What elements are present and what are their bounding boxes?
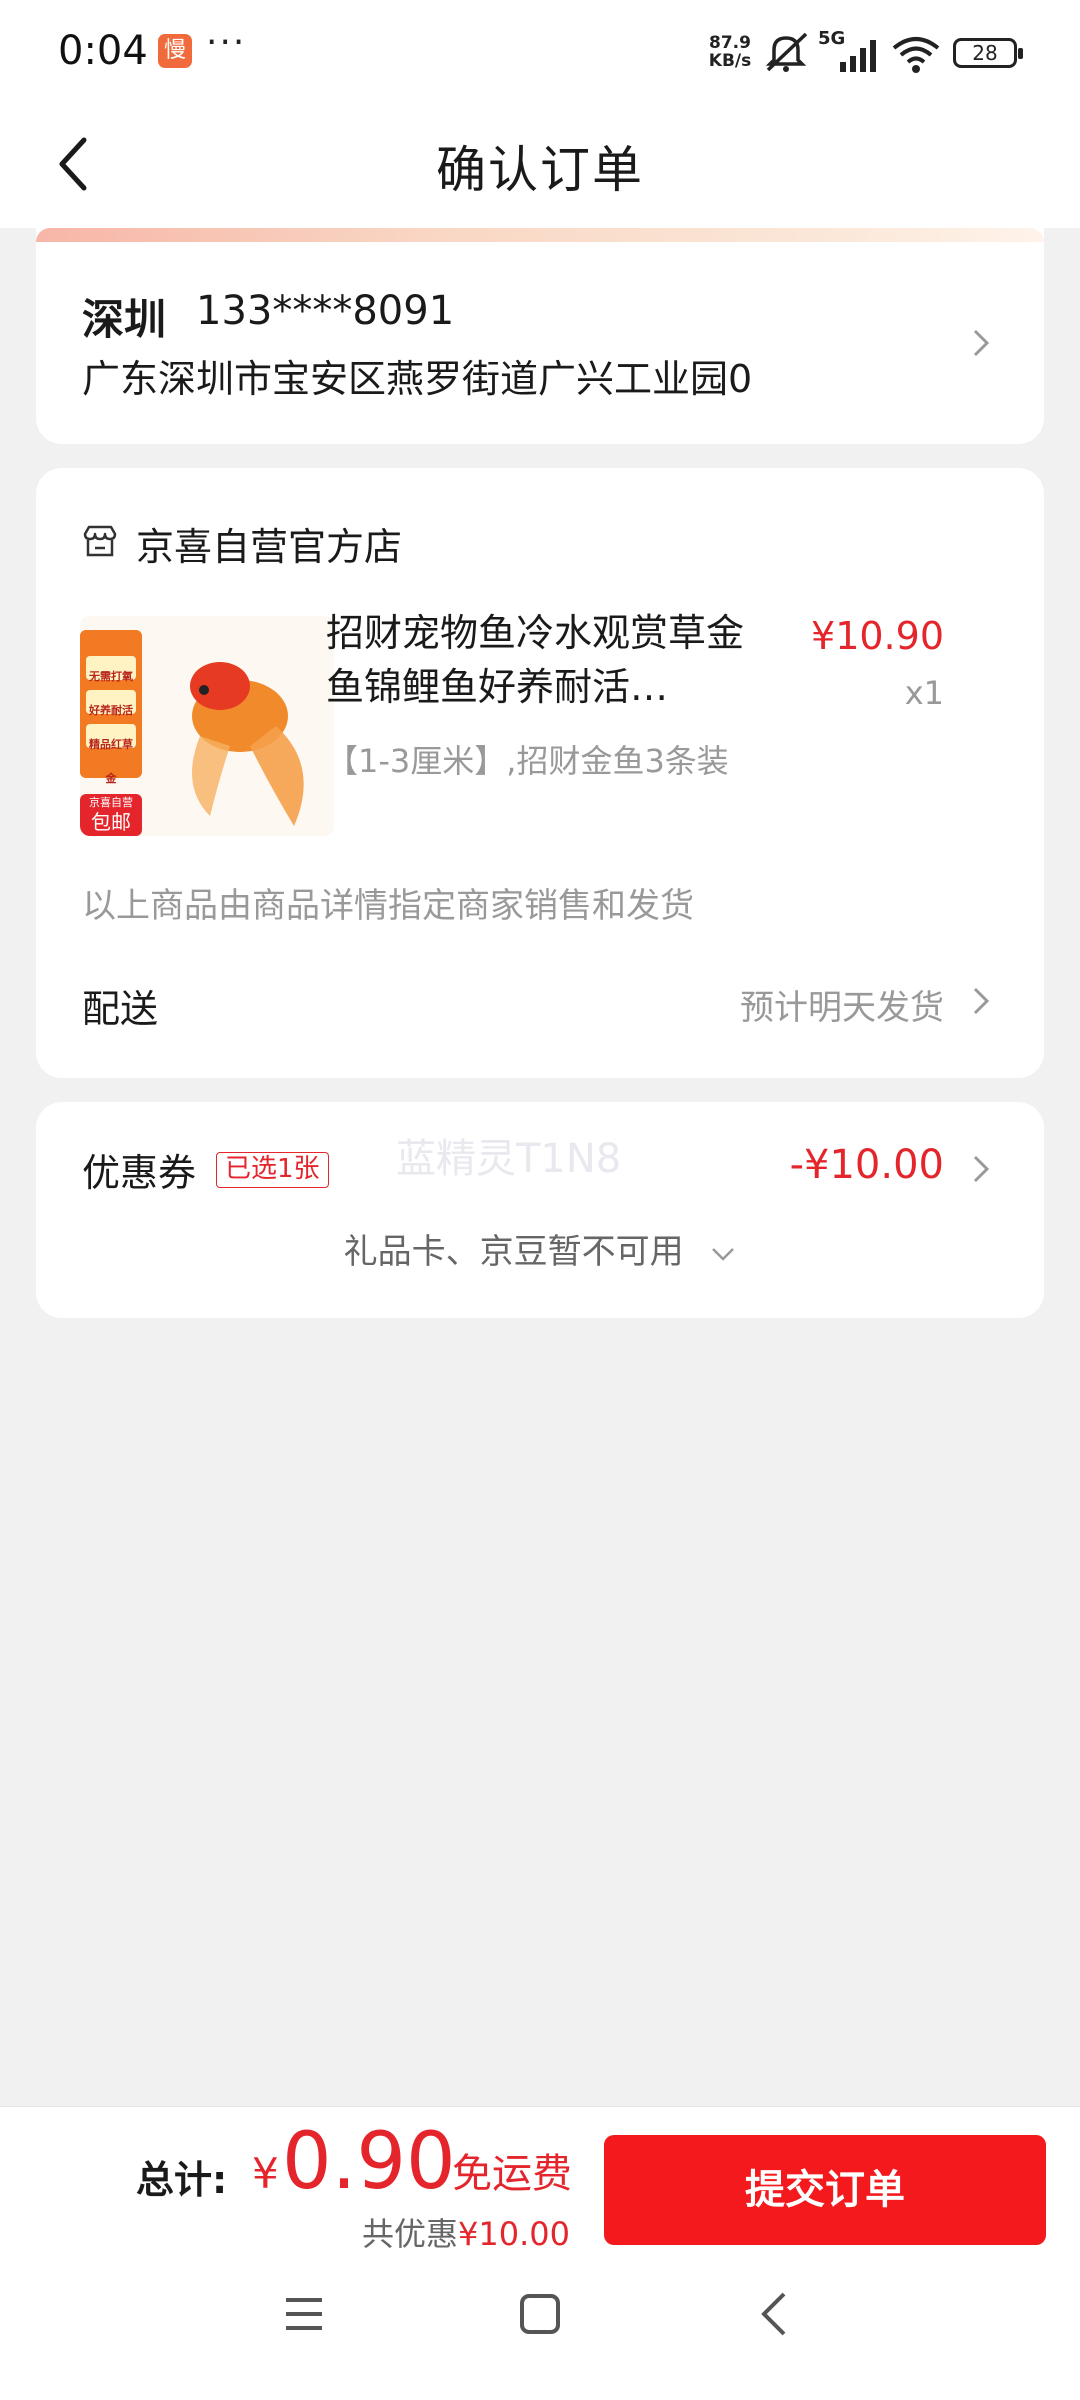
chevron-right-icon xyxy=(973,329,990,357)
gift-card-row[interactable]: 礼品卡、京豆暂不可用 xyxy=(36,1224,1044,1273)
product-quantity: x1 xyxy=(904,674,944,712)
home-icon[interactable] xyxy=(518,2292,562,2336)
total-label: 总计: xyxy=(136,2158,228,2202)
product-spec[interactable]: 【1-3厘米】,招财金鱼3条装 xyxy=(326,736,729,782)
battery-icon: 28 xyxy=(953,38,1023,68)
back-nav-icon[interactable] xyxy=(758,2290,790,2338)
gift-card-text: 礼品卡、京豆暂不可用 xyxy=(343,1232,684,1272)
page-title: 确认订单 xyxy=(436,141,644,199)
status-time: 0:04 xyxy=(58,28,148,74)
total-amount: 0.90 xyxy=(282,2117,456,2207)
coupon-amount: -¥10.00 xyxy=(789,1142,944,1188)
shipping-value: 预计明天发货 xyxy=(740,988,944,1028)
store-card: 京喜自营官方店 无需打氧 好养耐活 精品红草金 京喜自营 包邮 招财宠物鱼冷水观… xyxy=(36,468,1044,1078)
coupon-label: 优惠券 xyxy=(82,1151,197,1195)
coupon-card: 优惠券 已选1张 蓝精灵T1N8 -¥10.00 礼品卡、京豆暂不可用 xyxy=(36,1102,1044,1318)
shipping-label: 配送 xyxy=(82,987,159,1031)
app-notification-icon: 慢 xyxy=(158,34,192,68)
system-nav-bar xyxy=(0,2232,1080,2400)
chevron-right-icon xyxy=(973,1155,990,1183)
address-card-accent xyxy=(36,228,1044,242)
product-price: ¥10.90 xyxy=(811,614,944,658)
product-badge-bottom: 包邮 xyxy=(91,810,131,834)
top-area: 0:04 慢 ··· 87.9 KB/s 5G 28 确认订单 xyxy=(0,0,1080,228)
product-tag-2: 好养耐活 xyxy=(89,704,133,717)
address-detail: 广东深圳市宝安区燕罗街道广兴工业园0 xyxy=(82,357,753,401)
battery-level: 28 xyxy=(972,41,998,65)
net-speed-unit: KB/s xyxy=(708,51,752,71)
address-phone: 133****8091 xyxy=(196,288,455,334)
product-tag-3: 精品红草金 xyxy=(89,738,133,785)
watermark-text: 蓝精灵T1N8 xyxy=(396,1136,622,1182)
chevron-right-icon xyxy=(973,987,990,1015)
menu-icon[interactable] xyxy=(282,2294,326,2334)
nav-bar: 确认订单 xyxy=(0,108,1080,228)
mute-icon xyxy=(765,32,808,72)
product-title[interactable]: 招财宠物鱼冷水观赏草金鱼锦鲤鱼好养耐活… xyxy=(326,606,746,714)
address-card[interactable]: 深圳 133****8091 广东深圳市宝安区燕罗街道广兴工业园0 xyxy=(36,228,1044,444)
net-speed: 87.9 KB/s xyxy=(706,34,754,70)
status-bar: 0:04 慢 ··· 87.9 KB/s 5G 28 xyxy=(0,0,1080,108)
product-badge-top: 京喜自营 xyxy=(89,796,133,809)
address-city: 深圳 xyxy=(82,295,167,344)
net-speed-value: 87.9 xyxy=(709,33,751,53)
free-shipping-label: 免运费 xyxy=(452,2151,572,2197)
seller-note: 以上商品由商品详情指定商家销售和发货 xyxy=(82,886,694,926)
submit-order-button[interactable]: 提交订单 xyxy=(604,2135,1046,2245)
wifi-icon xyxy=(892,37,940,73)
signal-icon xyxy=(840,40,876,72)
more-notifications-icon: ··· xyxy=(206,22,247,63)
product-tag-1: 无需打氧 xyxy=(89,670,133,683)
product-image[interactable]: 无需打氧 好养耐活 精品红草金 京喜自营 包邮 xyxy=(80,616,334,836)
coupon-selected-badge: 已选1张 xyxy=(216,1152,329,1188)
total-currency: ¥ xyxy=(252,2149,279,2198)
store-icon xyxy=(83,525,117,557)
chevron-down-icon xyxy=(712,1247,735,1261)
store-name[interactable]: 京喜自营官方店 xyxy=(136,516,402,571)
